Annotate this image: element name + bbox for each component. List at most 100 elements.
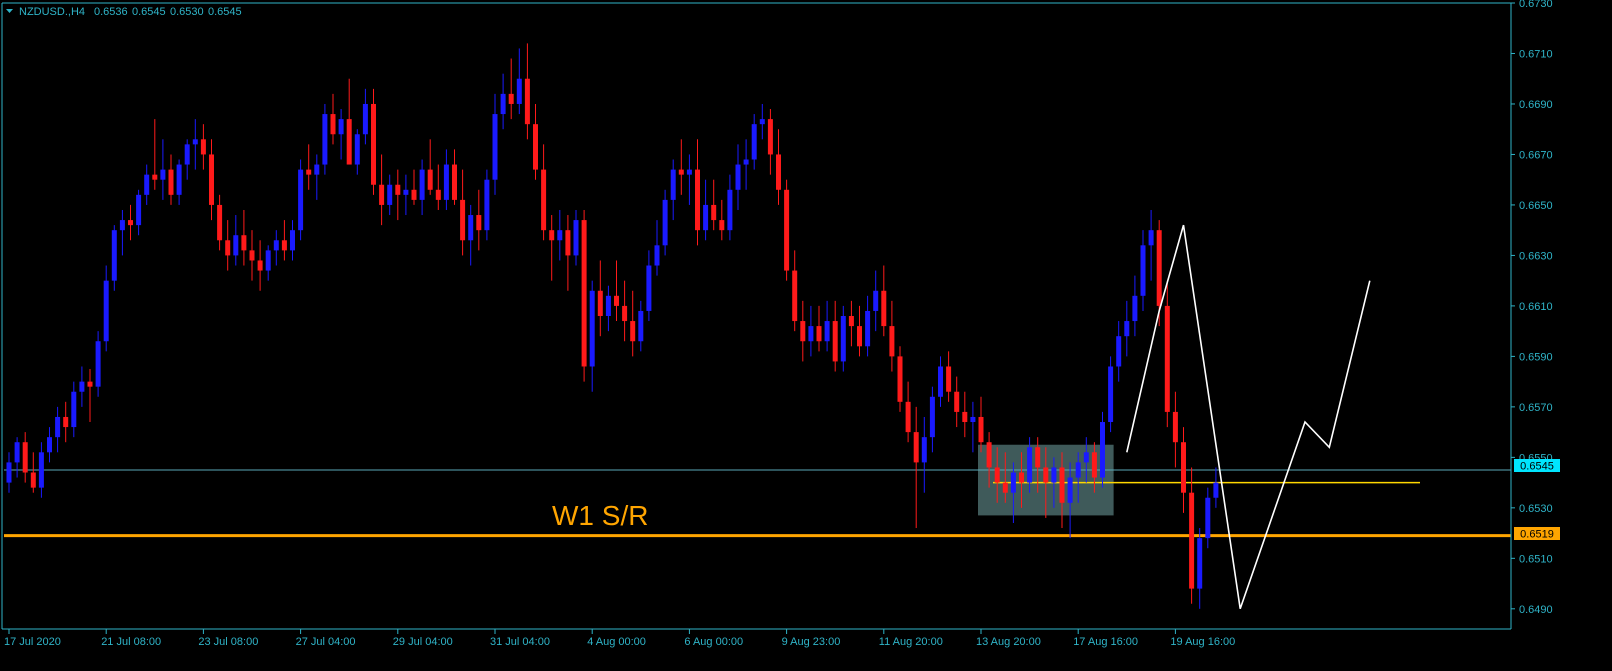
- ohlc-low: 0.6530: [170, 6, 204, 18]
- x-tick-label: 17 Aug 16:00: [1073, 636, 1138, 648]
- candle-body: [857, 326, 862, 347]
- y-tick-label: 0.6590: [1519, 351, 1553, 363]
- candle-body: [362, 103, 368, 135]
- x-tick-label: 17 Jul 2020: [4, 636, 61, 648]
- bullish-candle: [1100, 411, 1105, 488]
- y-tick-label: 0.6650: [1519, 200, 1553, 212]
- candle-body: [986, 442, 992, 468]
- candle-body: [1132, 295, 1138, 322]
- x-tick-label: 4 Aug 00:00: [587, 636, 646, 648]
- candle-body: [38, 452, 44, 488]
- x-tick-label: 27 Jul 04:00: [296, 636, 356, 648]
- candle-body: [719, 220, 725, 231]
- candle-body: [1181, 442, 1186, 493]
- candle-body: [265, 250, 271, 271]
- candle-body: [565, 230, 571, 256]
- candle-body: [597, 290, 603, 316]
- candle-body: [711, 204, 717, 221]
- candle-body: [484, 179, 490, 231]
- candle-body: [800, 321, 806, 342]
- candle-body: [727, 189, 733, 231]
- candle-body: [824, 321, 830, 342]
- candle-body: [1035, 447, 1041, 468]
- candle-body: [322, 114, 328, 165]
- candle-body: [192, 139, 198, 145]
- candle-body: [346, 119, 352, 165]
- candle-body: [71, 391, 77, 428]
- candle-body: [654, 245, 660, 266]
- x-tick-label: 9 Aug 23:00: [782, 636, 841, 648]
- x-tick-label: 23 Jul 08:00: [198, 636, 258, 648]
- candle-body: [678, 169, 684, 175]
- candle-body: [638, 310, 644, 342]
- candle-body: [848, 316, 854, 327]
- candle-body: [1108, 366, 1114, 423]
- candle-body: [249, 250, 255, 261]
- y-tick-label: 0.6530: [1519, 503, 1553, 515]
- candle-body: [516, 78, 522, 104]
- bullish-candle: [298, 159, 304, 241]
- candle-body: [630, 321, 636, 342]
- candle-body: [298, 169, 304, 231]
- candle-body: [136, 194, 142, 226]
- candle-body: [557, 230, 563, 241]
- candle-body: [808, 326, 814, 342]
- candle-body: [6, 462, 12, 483]
- candle-body: [751, 124, 757, 160]
- candle-body: [119, 220, 125, 231]
- candle-body: [889, 326, 895, 357]
- candle-body: [759, 119, 765, 125]
- ohlc-close: 0.6545: [208, 6, 242, 18]
- candle-body: [47, 437, 52, 453]
- candle-body: [1156, 230, 1162, 306]
- candle-body: [1148, 230, 1154, 246]
- level-label: W1 S/R: [552, 500, 648, 531]
- candle-body: [1059, 467, 1065, 503]
- candle-body: [443, 164, 449, 200]
- candle-body: [1164, 305, 1170, 412]
- bullish-candle: [484, 169, 490, 241]
- candle-body: [662, 199, 668, 246]
- x-tick-label: 31 Jul 04:00: [490, 636, 550, 648]
- candle-body: [1172, 411, 1178, 443]
- candle-body: [1116, 336, 1122, 367]
- price-chart[interactable]: 0.6730 0.6710 0.6690 0.6670 0.6650 0.6630 0.66…: [0, 0, 1612, 671]
- candle-body: [1019, 472, 1024, 483]
- candle-body: [605, 295, 611, 316]
- candle-body: [55, 416, 61, 438]
- candle-body: [695, 169, 700, 231]
- y-tick-label: 0.6630: [1519, 250, 1553, 262]
- current-price-tag: 0.6545: [1520, 461, 1554, 473]
- candle-body: [144, 174, 150, 195]
- bearish-candle: [371, 88, 376, 195]
- candle-body: [14, 442, 20, 463]
- candle-body: [946, 366, 952, 392]
- candle-body: [840, 316, 846, 362]
- candle-body: [128, 220, 133, 226]
- candle-body: [533, 124, 538, 170]
- candle-body: [614, 295, 619, 306]
- candle-body: [371, 103, 376, 185]
- x-tick-label: 13 Aug 20:00: [976, 636, 1041, 648]
- candle-body: [476, 215, 482, 231]
- candle-body: [1027, 447, 1033, 483]
- candle-body: [427, 169, 433, 190]
- bullish-candle: [1108, 356, 1114, 433]
- candle-body: [1067, 477, 1073, 503]
- ohlc-high: 0.6545: [132, 6, 166, 18]
- candle-body: [1100, 422, 1105, 478]
- candle-body: [622, 305, 628, 322]
- candle-body: [905, 401, 911, 433]
- candle-body: [1083, 452, 1089, 463]
- x-tick-label: 19 Aug 16:00: [1170, 636, 1235, 648]
- candle-body: [419, 169, 425, 200]
- candle-body: [209, 154, 214, 205]
- candle-body: [897, 356, 903, 402]
- candle-body: [816, 326, 822, 342]
- symbol-label: NZDUSD.,H4: [19, 6, 85, 18]
- candle-body: [314, 164, 320, 175]
- candle-body: [581, 220, 587, 367]
- candle-body: [962, 411, 968, 423]
- candle-body: [646, 265, 652, 311]
- candle-body: [978, 416, 984, 443]
